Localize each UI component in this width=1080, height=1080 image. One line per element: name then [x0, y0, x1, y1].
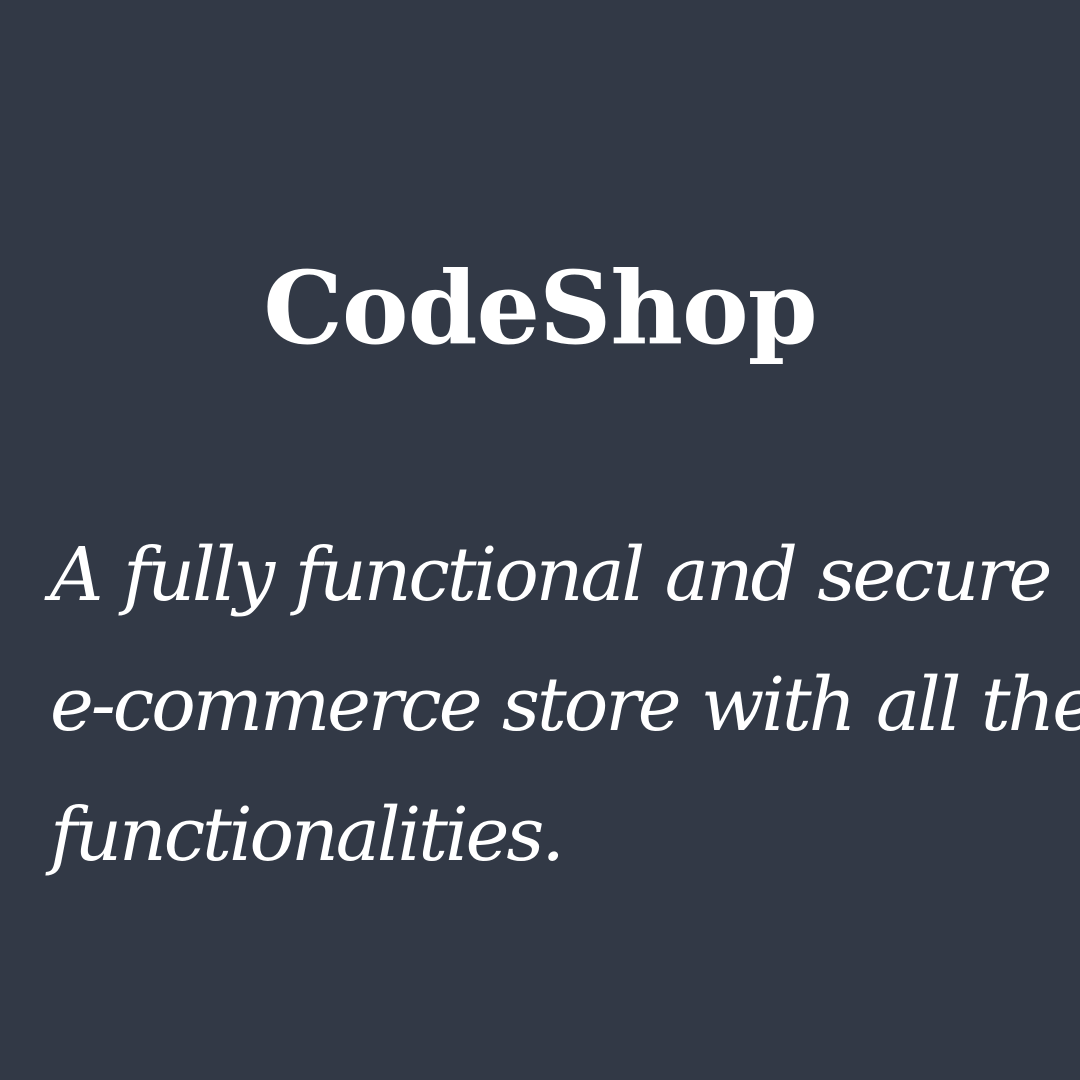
- tagline-line: e-commerce store with all the: [50, 662, 1080, 748]
- tagline: A fully functional and secure e-commerce…: [50, 510, 1080, 900]
- promo-card: CodeShop A fully functional and secure e…: [0, 0, 1080, 1080]
- tagline-line: functionalities.: [50, 792, 565, 878]
- app-title: CodeShop: [263, 249, 817, 367]
- tagline-line: A fully functional and secure: [50, 532, 1052, 618]
